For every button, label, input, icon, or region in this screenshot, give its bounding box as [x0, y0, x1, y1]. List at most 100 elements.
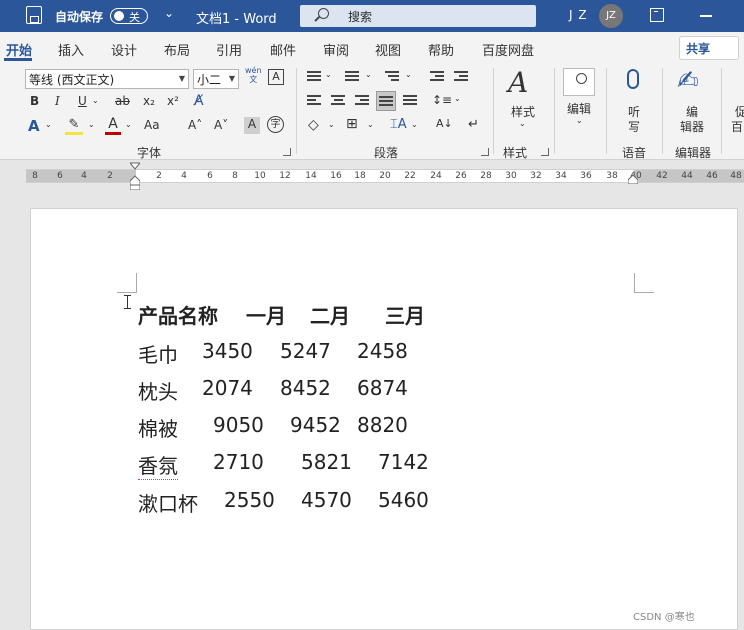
underline-button[interactable]: U	[78, 94, 87, 108]
share-button[interactable]: 共享	[679, 36, 739, 60]
tab-home[interactable]: 开始	[6, 40, 32, 59]
tab-view[interactable]: 视图	[375, 40, 401, 59]
align-right-icon[interactable]	[355, 95, 369, 109]
grow-font-icon[interactable]: A˄	[188, 118, 202, 132]
minimize-icon[interactable]	[700, 8, 714, 22]
justify-icon	[379, 96, 393, 110]
multilevel-list-icon[interactable]	[385, 71, 399, 85]
clear-formatting-icon[interactable]: A̸	[194, 93, 204, 109]
styles-button-label[interactable]: 样式	[511, 103, 535, 120]
customize-quick-access-icon[interactable]: ⌄	[164, 6, 174, 20]
chevron-down-icon[interactable]: ⌄	[519, 119, 526, 128]
tab-help[interactable]: 帮助	[428, 40, 454, 59]
decrease-indent-icon[interactable]	[430, 71, 444, 85]
sort-icon[interactable]: A↓	[436, 117, 453, 130]
ruler-tick: 6	[57, 171, 63, 181]
font-dialog-launcher-icon[interactable]	[283, 148, 291, 156]
bold-button[interactable]: B	[30, 94, 39, 108]
character-border-icon[interactable]: A	[268, 69, 284, 85]
tab-baidu-netdisk[interactable]: 百度网盘	[482, 40, 534, 59]
text-effects-button[interactable]: A	[28, 117, 40, 135]
autosave-state: 关	[129, 11, 140, 24]
paragraph-group-label: 段落	[374, 146, 399, 160]
character-shading-button[interactable]: A	[244, 117, 260, 134]
chevron-down-icon[interactable]: ⌄	[365, 70, 372, 79]
row-feb: 5247	[280, 339, 331, 363]
ruler-tick: 32	[530, 171, 542, 181]
chevron-down-icon[interactable]: ⌄	[125, 120, 132, 129]
justify-button[interactable]	[376, 91, 396, 111]
chevron-down-icon[interactable]: ⌄	[405, 70, 412, 79]
bullets-icon[interactable]	[307, 71, 321, 85]
editing-button[interactable]	[563, 68, 595, 96]
chevron-down-icon[interactable]: ⌄	[576, 116, 583, 125]
user-name[interactable]: J Z	[569, 8, 588, 22]
increase-indent-icon[interactable]	[454, 71, 468, 85]
tab-layout[interactable]: 布局	[164, 40, 190, 59]
editing-label[interactable]: 编辑	[567, 100, 591, 117]
chevron-down-icon[interactable]: ⌄	[325, 70, 332, 79]
tab-review[interactable]: 审阅	[323, 40, 349, 59]
change-case-button[interactable]: Aa	[144, 118, 160, 132]
distributed-icon[interactable]	[403, 95, 417, 109]
paragraph-dialog-launcher-icon[interactable]	[481, 148, 489, 156]
shading-icon[interactable]: ◇	[308, 117, 319, 133]
align-left-icon[interactable]	[307, 95, 321, 109]
superscript-button[interactable]: x²	[167, 94, 179, 108]
italic-button[interactable]: I	[55, 94, 60, 108]
show-marks-icon[interactable]: ↵	[468, 117, 479, 132]
numbering-icon[interactable]	[345, 71, 359, 85]
shrink-font-icon[interactable]: A˅	[214, 118, 228, 132]
group-separator	[296, 68, 297, 154]
ruler-tick: 36	[580, 171, 592, 181]
editor-pen-icon[interactable]: ✍	[677, 66, 699, 96]
chevron-down-icon[interactable]: ⌄	[328, 120, 335, 129]
chevron-down-icon[interactable]: ⌄	[411, 120, 418, 129]
margin-corner-mark	[634, 273, 654, 293]
chevron-down-icon[interactable]: ⌄	[45, 120, 52, 129]
font-color-button[interactable]: A	[105, 116, 121, 135]
styles-icon[interactable]: A	[508, 66, 528, 99]
ribbon-display-options-icon[interactable]	[650, 8, 664, 22]
reuse-label-2[interactable]: 百	[731, 118, 743, 135]
subscript-button[interactable]: x₂	[143, 94, 155, 108]
microphone-icon[interactable]	[627, 69, 639, 89]
row-feb: 9452	[290, 413, 341, 437]
line-spacing-icon[interactable]: ↕≡	[432, 93, 452, 107]
chevron-down-icon[interactable]: ⌄	[92, 96, 99, 105]
indent-marker-icon[interactable]	[130, 162, 140, 190]
ruler-tick: 30	[505, 171, 517, 181]
phonetic-guide-icon[interactable]: wén 文	[245, 66, 262, 84]
right-indent-marker-icon[interactable]	[628, 174, 638, 184]
autosave-toggle[interactable]: 关	[110, 8, 148, 24]
borders-icon[interactable]: ⊞	[346, 116, 358, 132]
chevron-down-icon[interactable]: ⌄	[454, 94, 461, 103]
ruler-tick: 24	[430, 171, 442, 181]
toggle-knob	[114, 11, 124, 21]
chinese-layout-icon[interactable]: ⌶A	[390, 117, 407, 132]
align-center-icon[interactable]	[331, 95, 345, 109]
search-box[interactable]: 搜索	[300, 5, 536, 27]
font-size-select[interactable]: 小二 ▼	[193, 69, 239, 89]
save-icon[interactable]	[26, 6, 42, 24]
editor-label-2[interactable]: 辑器	[680, 118, 704, 135]
row-product: 棉被	[138, 417, 178, 441]
ruler-tick: 2	[156, 171, 162, 181]
avatar[interactable]: JZ	[599, 4, 623, 28]
strikethrough-button[interactable]: ab	[115, 94, 130, 108]
styles-dialog-launcher-icon[interactable]	[541, 148, 549, 156]
enclose-characters-button[interactable]: 字	[267, 116, 284, 133]
highlight-icon[interactable]: ✎	[65, 117, 83, 135]
tab-insert[interactable]: 插入	[58, 40, 84, 59]
ruler-tick: 8	[232, 171, 238, 181]
header-product: 产品名称	[138, 304, 218, 328]
group-separator	[662, 68, 663, 154]
tab-design[interactable]: 设计	[111, 40, 137, 59]
chevron-down-icon[interactable]: ⌄	[88, 120, 95, 129]
document-page[interactable]: 产品名称 一月 二月 三月 毛巾 3450 5247 2458 枕头 2074 …	[30, 208, 738, 630]
font-name-select[interactable]: 等线 (西文正文) ▼	[25, 69, 189, 89]
dictate-label-2[interactable]: 写	[628, 118, 640, 135]
tab-references[interactable]: 引用	[216, 40, 242, 59]
tab-mailings[interactable]: 邮件	[270, 40, 296, 59]
chevron-down-icon[interactable]: ⌄	[367, 120, 374, 129]
